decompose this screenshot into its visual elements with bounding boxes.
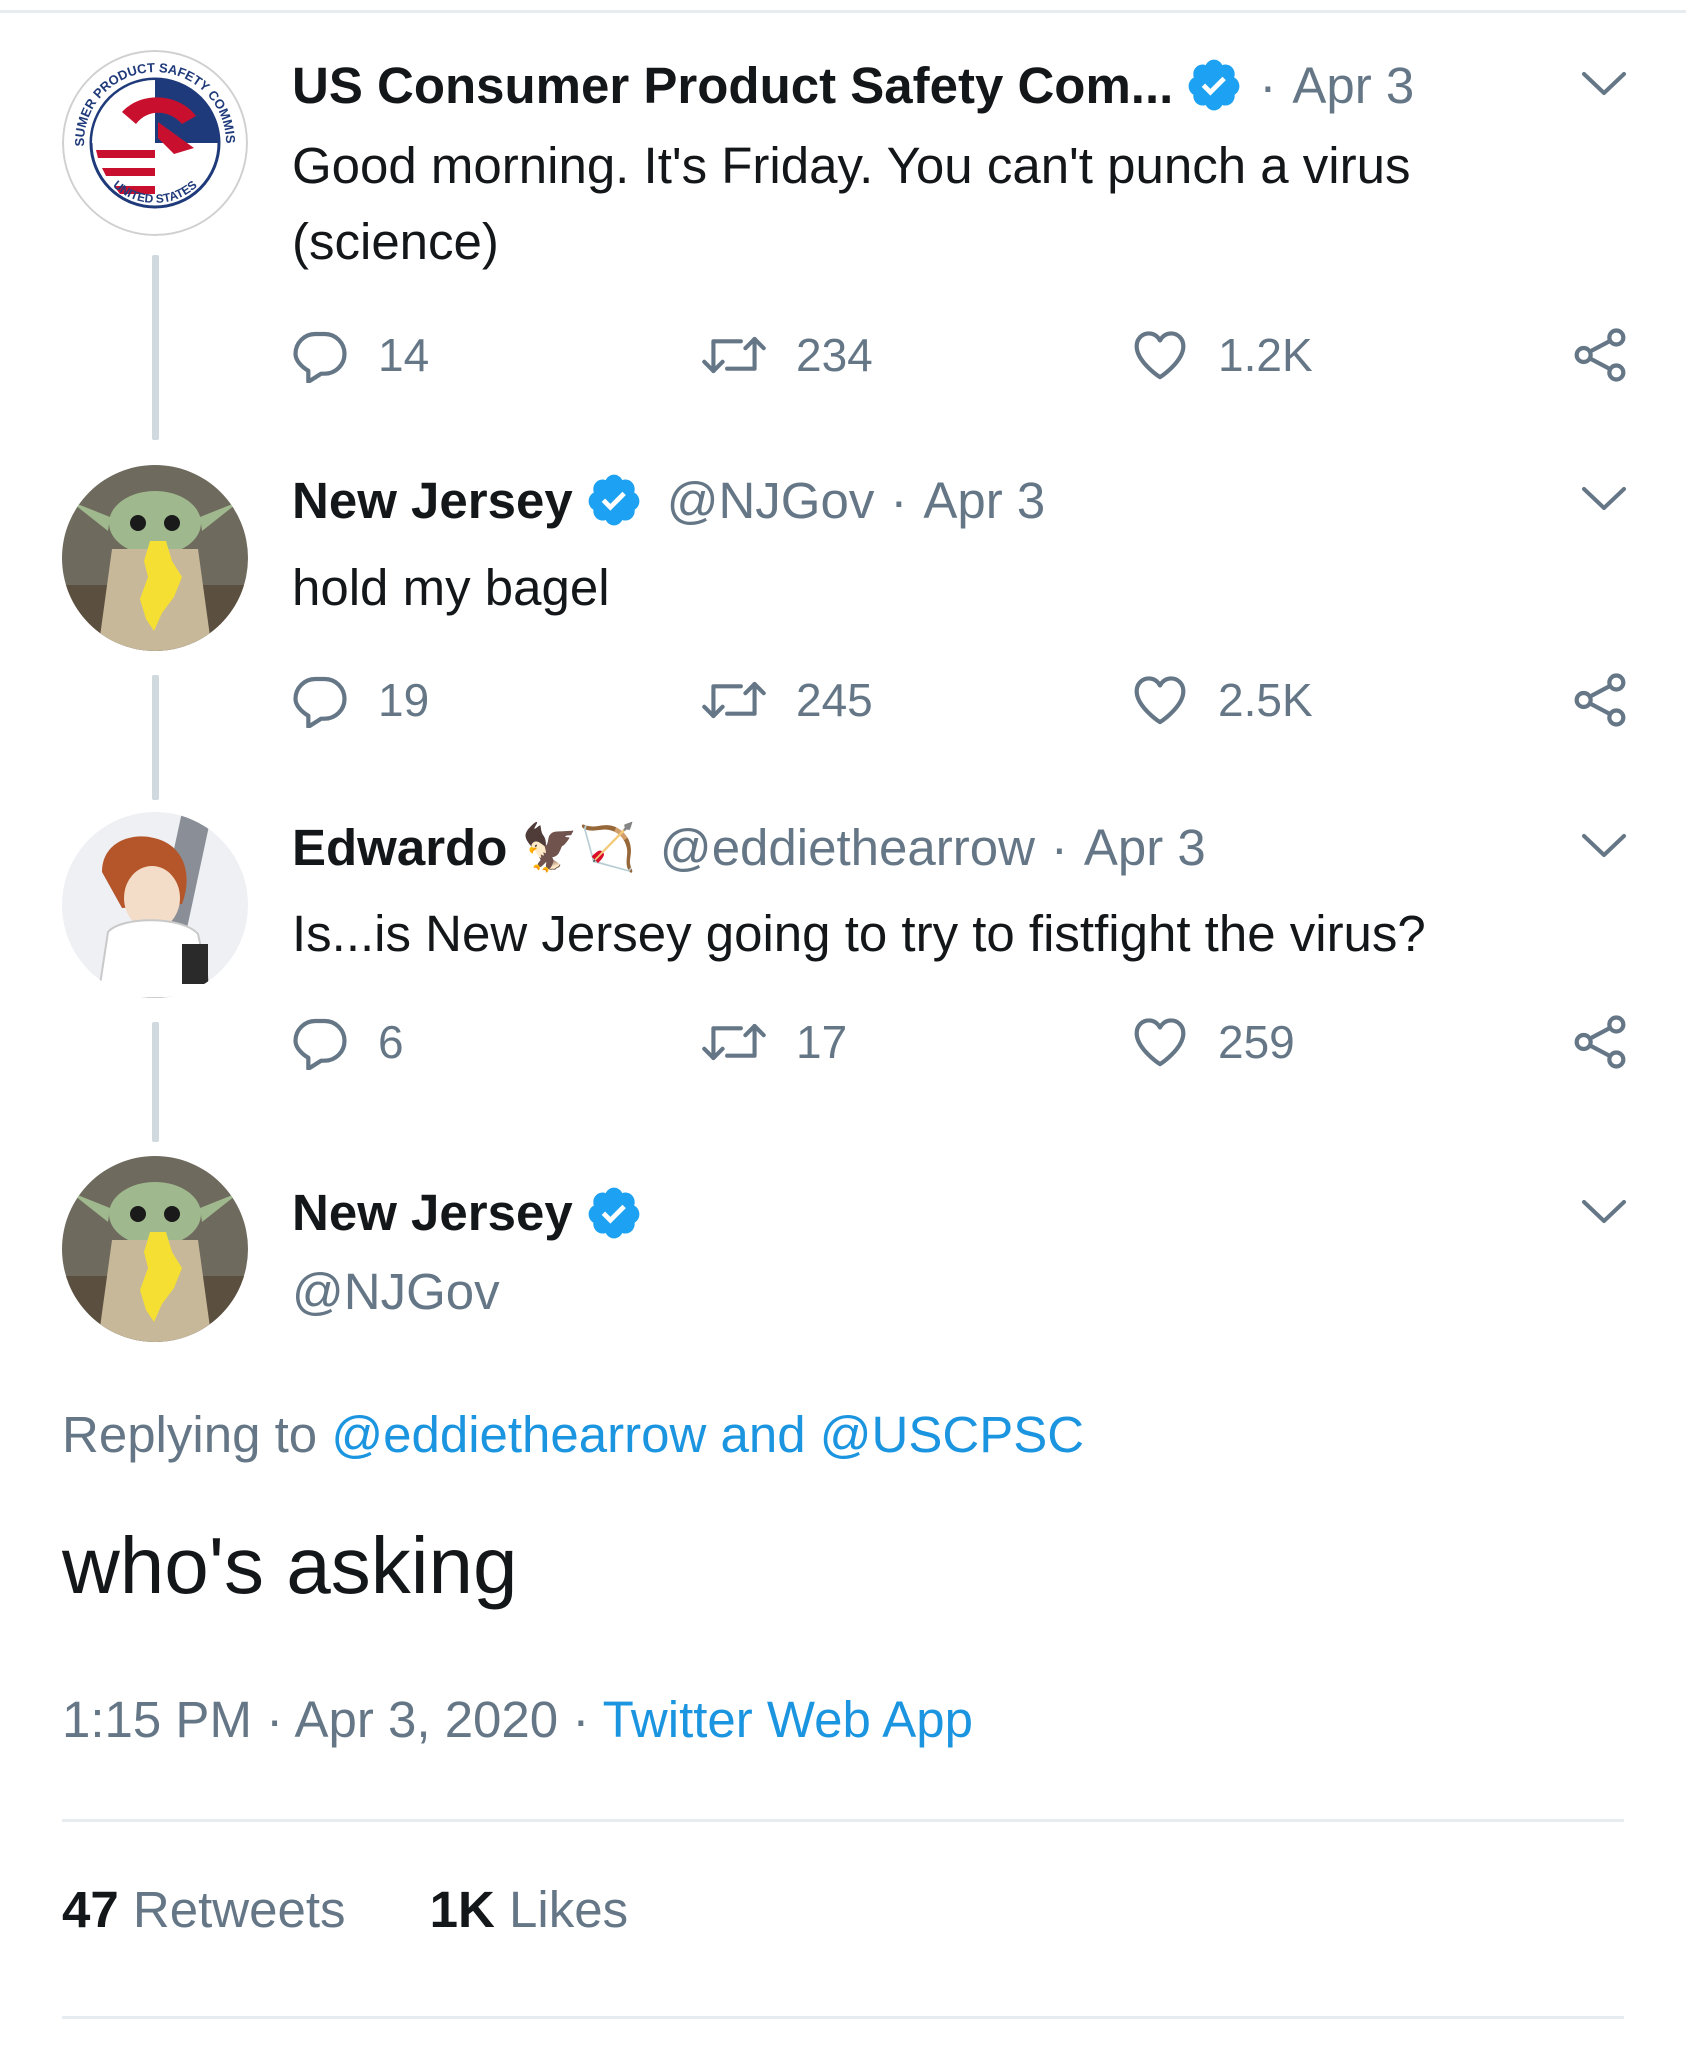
user-handle[interactable]: @NJGov bbox=[667, 471, 875, 530]
reply-button[interactable]: 19 bbox=[292, 665, 429, 735]
user-handle[interactable]: @NJGov bbox=[292, 1254, 500, 1330]
chevron-down-icon[interactable] bbox=[1580, 70, 1628, 98]
separator-dot: · bbox=[572, 1691, 603, 1748]
engagement-stats: 47 Retweets 1K Likes bbox=[62, 1880, 628, 1939]
mention-link[interactable]: @eddiethearrow bbox=[331, 1406, 706, 1463]
share-icon bbox=[1572, 672, 1628, 728]
main-name-row: New Jersey bbox=[292, 1178, 643, 1248]
tweet-text-line: Good morning. It's Friday. You can't pun… bbox=[292, 137, 1411, 194]
like-count: 259 bbox=[1218, 1016, 1295, 1068]
replying-label: Replying to bbox=[62, 1406, 318, 1463]
retweet-button[interactable]: 17 bbox=[702, 1007, 847, 1077]
avatar-njgov[interactable] bbox=[62, 465, 248, 651]
tweet-text-line: (science) bbox=[292, 213, 499, 270]
tweet-actions: 6 17 259 bbox=[292, 1007, 1632, 1077]
avatar-eddiethearrow[interactable] bbox=[62, 812, 248, 998]
reply-button[interactable]: 14 bbox=[292, 320, 429, 390]
name-emoji: 🦅🏹 bbox=[521, 820, 636, 873]
like-count: 2.5K bbox=[1218, 674, 1313, 726]
like-button[interactable]: 2.5K bbox=[1132, 665, 1313, 735]
separator-dot: · bbox=[266, 1691, 295, 1748]
retweet-button[interactable]: 245 bbox=[702, 665, 873, 735]
avatar-cpsc[interactable]: CONSUMER PRODUCT SAFETY COMMISSION UNITE… bbox=[62, 50, 248, 236]
share-icon bbox=[1572, 327, 1628, 383]
chevron-down-icon[interactable] bbox=[1580, 832, 1628, 860]
separator-dot: · bbox=[1259, 56, 1277, 114]
tweet-time[interactable]: 1:15 PM bbox=[62, 1691, 252, 1748]
reply-button[interactable]: 6 bbox=[292, 1007, 404, 1077]
tweet-date[interactable]: Apr 3 bbox=[1292, 56, 1414, 115]
reply-icon bbox=[292, 1014, 348, 1070]
tweet-actions: 19 245 2.5K bbox=[292, 665, 1632, 735]
thread-line bbox=[152, 1022, 159, 1142]
retweet-count: 17 bbox=[796, 1016, 848, 1068]
tweet-text: Is...is New Jersey going to try to fistf… bbox=[292, 905, 1426, 962]
like-button[interactable]: 259 bbox=[1132, 1007, 1295, 1077]
divider bbox=[62, 2016, 1624, 2019]
display-name[interactable]: US Consumer Product Safety Com... bbox=[292, 56, 1173, 115]
share-button[interactable] bbox=[1572, 1007, 1658, 1077]
heart-icon bbox=[1132, 329, 1188, 381]
tweet-date[interactable]: Apr 3 bbox=[923, 471, 1045, 530]
retweets-stat[interactable]: 47 Retweets bbox=[62, 1881, 346, 1938]
tweet-actions: 14 234 1.2K bbox=[292, 320, 1632, 390]
retweets-label: Retweets bbox=[132, 1881, 346, 1938]
thread-line bbox=[152, 255, 159, 440]
replying-to: Replying to @eddiethearrow and @USCPSC bbox=[62, 1405, 1084, 1464]
tweet-header: US Consumer Product Safety Com... · Apr … bbox=[292, 50, 1414, 120]
share-button[interactable] bbox=[1572, 665, 1658, 735]
chevron-down-icon[interactable] bbox=[1580, 485, 1628, 513]
avatar-njgov[interactable] bbox=[62, 1156, 248, 1342]
like-count: 1.2K bbox=[1218, 329, 1313, 381]
display-name[interactable]: Edwardo bbox=[292, 818, 507, 877]
reply-count: 19 bbox=[378, 674, 430, 726]
retweet-button[interactable]: 234 bbox=[702, 320, 873, 390]
divider bbox=[62, 1819, 1624, 1822]
tweet-text: hold my bagel bbox=[292, 559, 610, 616]
share-button[interactable] bbox=[1572, 320, 1658, 390]
reply-count: 14 bbox=[378, 329, 430, 381]
likes-stat[interactable]: 1K Likes bbox=[430, 1881, 628, 1938]
likes-count: 1K bbox=[429, 1881, 495, 1938]
thread-line bbox=[152, 675, 159, 800]
verified-badge-icon bbox=[585, 471, 643, 529]
separator-dot: · bbox=[890, 471, 908, 529]
mention-link[interactable]: @USCPSC bbox=[820, 1406, 1084, 1463]
tweet-text: Good morning. It's Friday. You can't pun… bbox=[292, 128, 1410, 280]
top-divider bbox=[0, 10, 1686, 13]
tweet-header: New Jersey @NJGov · Apr 3 bbox=[292, 465, 1045, 535]
retweet-icon bbox=[702, 677, 766, 723]
tweet-full-date[interactable]: Apr 3, 2020 bbox=[294, 1691, 558, 1748]
tweet-date[interactable]: Apr 3 bbox=[1084, 818, 1206, 877]
display-name[interactable]: New Jersey bbox=[292, 1175, 573, 1251]
mention-and[interactable]: and bbox=[720, 1406, 805, 1463]
retweet-count: 245 bbox=[796, 674, 873, 726]
main-tweet-text: who's asking bbox=[62, 1521, 518, 1610]
tweet-meta: 1:15 PM · Apr 3, 2020 · Twitter Web App bbox=[62, 1690, 973, 1749]
reply-icon bbox=[292, 327, 348, 383]
retweets-count: 47 bbox=[62, 1881, 119, 1938]
tweet-header: Edwardo 🦅🏹 @eddiethearrow · Apr 3 bbox=[292, 812, 1206, 882]
likes-label: Likes bbox=[509, 1881, 629, 1938]
verified-badge-icon bbox=[1185, 56, 1243, 114]
separator-dot: · bbox=[1050, 818, 1068, 876]
share-icon bbox=[1572, 1014, 1628, 1070]
tweet-source-link[interactable]: Twitter Web App bbox=[603, 1691, 973, 1748]
chevron-down-icon[interactable] bbox=[1580, 1198, 1628, 1226]
verified-badge-icon bbox=[585, 1184, 643, 1242]
retweet-count: 234 bbox=[796, 329, 873, 381]
reply-count: 6 bbox=[378, 1016, 404, 1068]
reply-icon bbox=[292, 672, 348, 728]
retweet-icon bbox=[702, 332, 766, 378]
like-button[interactable]: 1.2K bbox=[1132, 320, 1313, 390]
heart-icon bbox=[1132, 1016, 1188, 1068]
user-handle[interactable]: @eddiethearrow bbox=[660, 818, 1035, 877]
display-name[interactable]: New Jersey bbox=[292, 471, 573, 530]
retweet-icon bbox=[702, 1019, 766, 1065]
heart-icon bbox=[1132, 674, 1188, 726]
